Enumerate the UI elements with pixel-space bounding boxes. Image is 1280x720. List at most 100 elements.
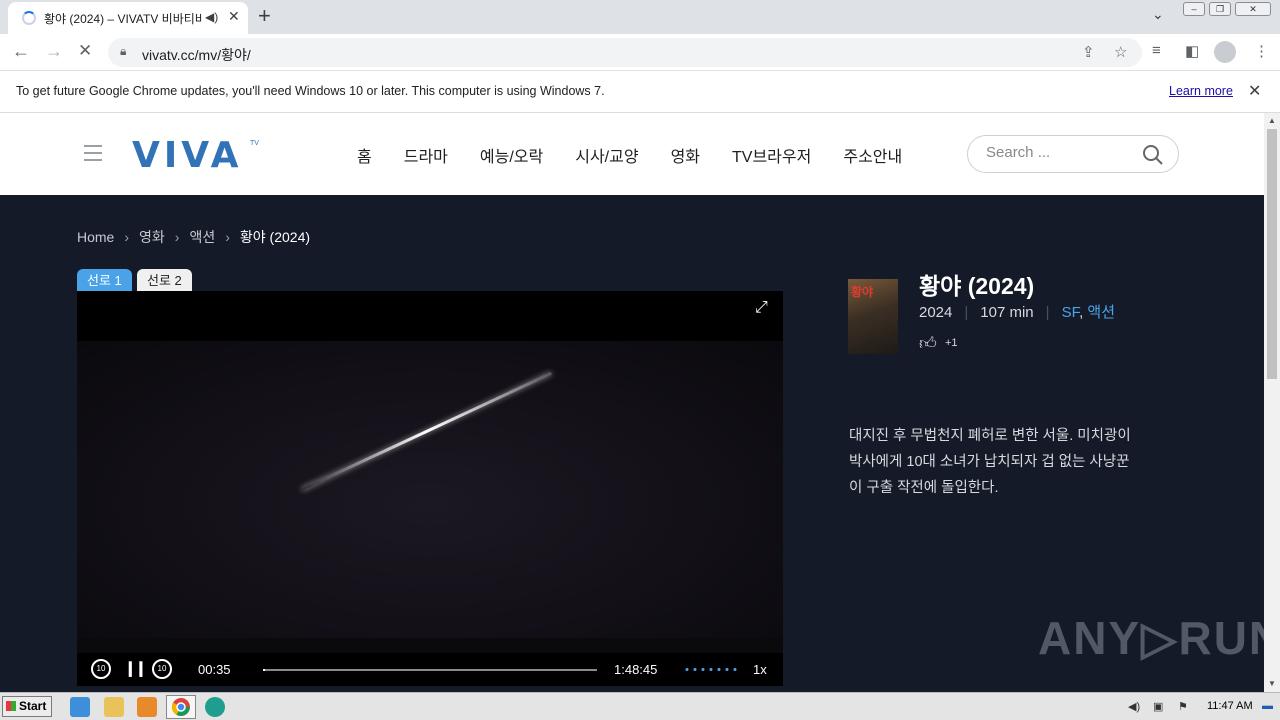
windows-flag-icon: [6, 701, 16, 711]
stop-loading-icon[interactable]: ✕: [78, 41, 92, 61]
nav-tv-browser[interactable]: TV브라우저: [732, 143, 811, 167]
infobar-message: To get future Google Chrome updates, you…: [16, 84, 605, 98]
thumbs-up-icon[interactable]: 👍︎: [919, 334, 937, 353]
speaker-icon[interactable]: ◀): [205, 10, 218, 24]
share-icon[interactable]: ⇪: [1082, 43, 1095, 61]
breadcrumb-separator-icon: ›: [124, 229, 130, 245]
volume-icon[interactable]: ◀): [1128, 700, 1140, 713]
nav-home[interactable]: 홈: [357, 143, 372, 167]
rewind-10-icon[interactable]: 10: [91, 659, 111, 679]
server-tab-1[interactable]: 선로 1: [77, 269, 132, 293]
breadcrumb-action[interactable]: 액션: [189, 229, 215, 245]
playback-speed-button[interactable]: 1x: [753, 662, 767, 677]
nav-address-info[interactable]: 주소안내: [843, 143, 902, 167]
nav-current-affairs[interactable]: 시사/교양: [575, 143, 638, 167]
genre-link-sf[interactable]: SF: [1062, 304, 1080, 321]
meta-divider: |: [1045, 304, 1050, 321]
media-player-icon[interactable]: [137, 697, 157, 717]
breadcrumb-home[interactable]: Home: [77, 229, 114, 245]
pause-icon[interactable]: ❙❙: [124, 659, 147, 677]
lock-icon[interactable]: 🔒︎: [120, 44, 126, 59]
poster-title: 황야: [851, 285, 874, 299]
video-light-streak: [301, 371, 552, 491]
url-text[interactable]: vivatv.cc/mv/황야/: [142, 45, 251, 65]
site-header: VIVA TV 홈 드라마 예능/오락 시사/교양 영화 TV브라우저 주소안내: [0, 113, 1264, 195]
edge-icon[interactable]: [205, 697, 225, 717]
windows-taskbar: Start ◀) ▣ ⚑ 11:47 AM ▬: [0, 692, 1280, 720]
menu-dots-icon[interactable]: ⋮: [1254, 42, 1269, 60]
progress-fill: [263, 669, 265, 671]
forward-arrow-icon[interactable]: →: [45, 41, 63, 62]
action-center-flag-icon[interactable]: ⚑: [1178, 700, 1188, 713]
movie-runtime: 107 min: [980, 304, 1034, 321]
video-frame[interactable]: [77, 341, 783, 638]
tab-title: 황야 (2024) – VIVATV 비바티비: [44, 12, 202, 26]
close-window-button[interactable]: ✕: [1235, 2, 1271, 16]
volume-dots-icon[interactable]: [683, 668, 737, 671]
internet-explorer-icon[interactable]: [70, 697, 90, 717]
browser-tabstrip: 황야 (2024) – VIVATV 비바티비 ◀) ✕ + ⌄ – ❐ ✕: [0, 0, 1280, 34]
profile-avatar[interactable]: [1214, 41, 1236, 63]
logo-tv-mark: TV: [250, 140, 259, 147]
learn-more-link[interactable]: Learn more: [1169, 84, 1233, 98]
chrome-taskbar-button[interactable]: [166, 695, 196, 719]
file-explorer-icon[interactable]: [104, 697, 124, 717]
breadcrumb: Home › 영화 › 액션 › 황야 (2024): [77, 227, 310, 247]
current-time: 00:35: [198, 662, 231, 677]
breadcrumb-separator-icon: ›: [225, 229, 230, 245]
breadcrumb-movies[interactable]: 영화: [139, 229, 165, 245]
nav-variety[interactable]: 예능/오락: [480, 143, 543, 167]
search-icon[interactable]: [1142, 144, 1164, 166]
like-count: +1: [945, 337, 958, 349]
movie-meta: 2024 | 107 min | SF, 액션: [919, 301, 1115, 322]
site-logo[interactable]: VIVA: [132, 135, 243, 176]
hamburger-menu-icon[interactable]: [84, 145, 102, 166]
infobar-close-icon[interactable]: ✕: [1248, 81, 1261, 101]
fullscreen-icon[interactable]: ⤢: [755, 299, 768, 317]
bookmark-star-icon[interactable]: ☆: [1114, 43, 1127, 61]
like-button[interactable]: 👍︎ +1: [919, 333, 958, 354]
tab-search-chevron-icon[interactable]: ⌄: [1152, 6, 1164, 23]
movie-year: 2024: [919, 304, 953, 321]
taskbar-clock[interactable]: 11:47 AM: [1207, 700, 1253, 712]
nav-drama[interactable]: 드라마: [404, 143, 448, 167]
restore-button[interactable]: ❐: [1209, 2, 1231, 16]
movie-synopsis: 대지진 후 무법천지 폐허로 변한 서울. 미치광이 박사에게 10대 소녀가 …: [849, 428, 1131, 496]
breadcrumb-current: 황야 (2024): [239, 229, 311, 245]
back-arrow-icon[interactable]: ←: [12, 41, 30, 62]
new-tab-button[interactable]: +: [258, 4, 271, 28]
movie-title: 황야 (2024): [919, 273, 1035, 299]
update-infobar: To get future Google Chrome updates, you…: [0, 71, 1280, 113]
start-button[interactable]: Start: [2, 696, 52, 717]
progress-bar[interactable]: [263, 669, 597, 671]
scroll-thumb[interactable]: [1267, 129, 1277, 379]
search-box: [967, 135, 1179, 173]
video-player[interactable]: ⤢ 10 ❙❙ 10 00:35 1:48:45 1x: [77, 291, 783, 686]
address-bar[interactable]: 🔒︎ vivatv.cc/mv/황야/ ⇪ ☆: [108, 38, 1142, 67]
search-input[interactable]: [986, 144, 1136, 161]
main-nav: 홈 드라마 예능/오락 시사/교양 영화 TV브라우저 주소안내: [357, 143, 934, 167]
loading-spinner-icon: [22, 11, 36, 25]
page-scrollbar[interactable]: ▲ ▼: [1264, 113, 1280, 692]
forward-10-icon[interactable]: 10: [152, 659, 172, 679]
network-icon[interactable]: ▣: [1153, 700, 1163, 713]
nav-movies[interactable]: 영화: [671, 143, 700, 167]
show-desktop-icon[interactable]: ▬: [1262, 700, 1273, 712]
server-tab-2[interactable]: 선로 2: [137, 269, 192, 293]
browser-toolbar: ← → ✕ 🔒︎ vivatv.cc/mv/황야/ ⇪ ☆ ≡ ◧ ⋮: [0, 34, 1280, 71]
main-content: Home › 영화 › 액션 › 황야 (2024) 선로 1 선로 2 ⤢ 10 ❙❙ 1…: [0, 195, 1280, 692]
anyrun-watermark: ANY▷RUN: [1038, 612, 1280, 664]
start-label: Start: [19, 699, 47, 713]
side-panel-icon[interactable]: ◧: [1185, 42, 1199, 60]
movie-poster[interactable]: 황야: [848, 279, 898, 354]
breadcrumb-separator-icon: ›: [174, 229, 180, 245]
scroll-down-arrow-icon[interactable]: ▼: [1268, 679, 1276, 688]
scroll-up-arrow-icon[interactable]: ▲: [1268, 116, 1276, 125]
media-control-icon[interactable]: ≡: [1152, 42, 1161, 59]
genre-link-action[interactable]: 액션: [1087, 304, 1115, 321]
player-controls: 10 ❙❙ 10 00:35 1:48:45 1x: [77, 653, 783, 686]
tab-close-icon[interactable]: ✕: [228, 8, 240, 25]
browser-tab-active[interactable]: 황야 (2024) – VIVATV 비바티비 ◀) ✕: [8, 2, 248, 34]
minimize-button[interactable]: –: [1183, 2, 1205, 16]
chrome-icon: [171, 698, 190, 716]
